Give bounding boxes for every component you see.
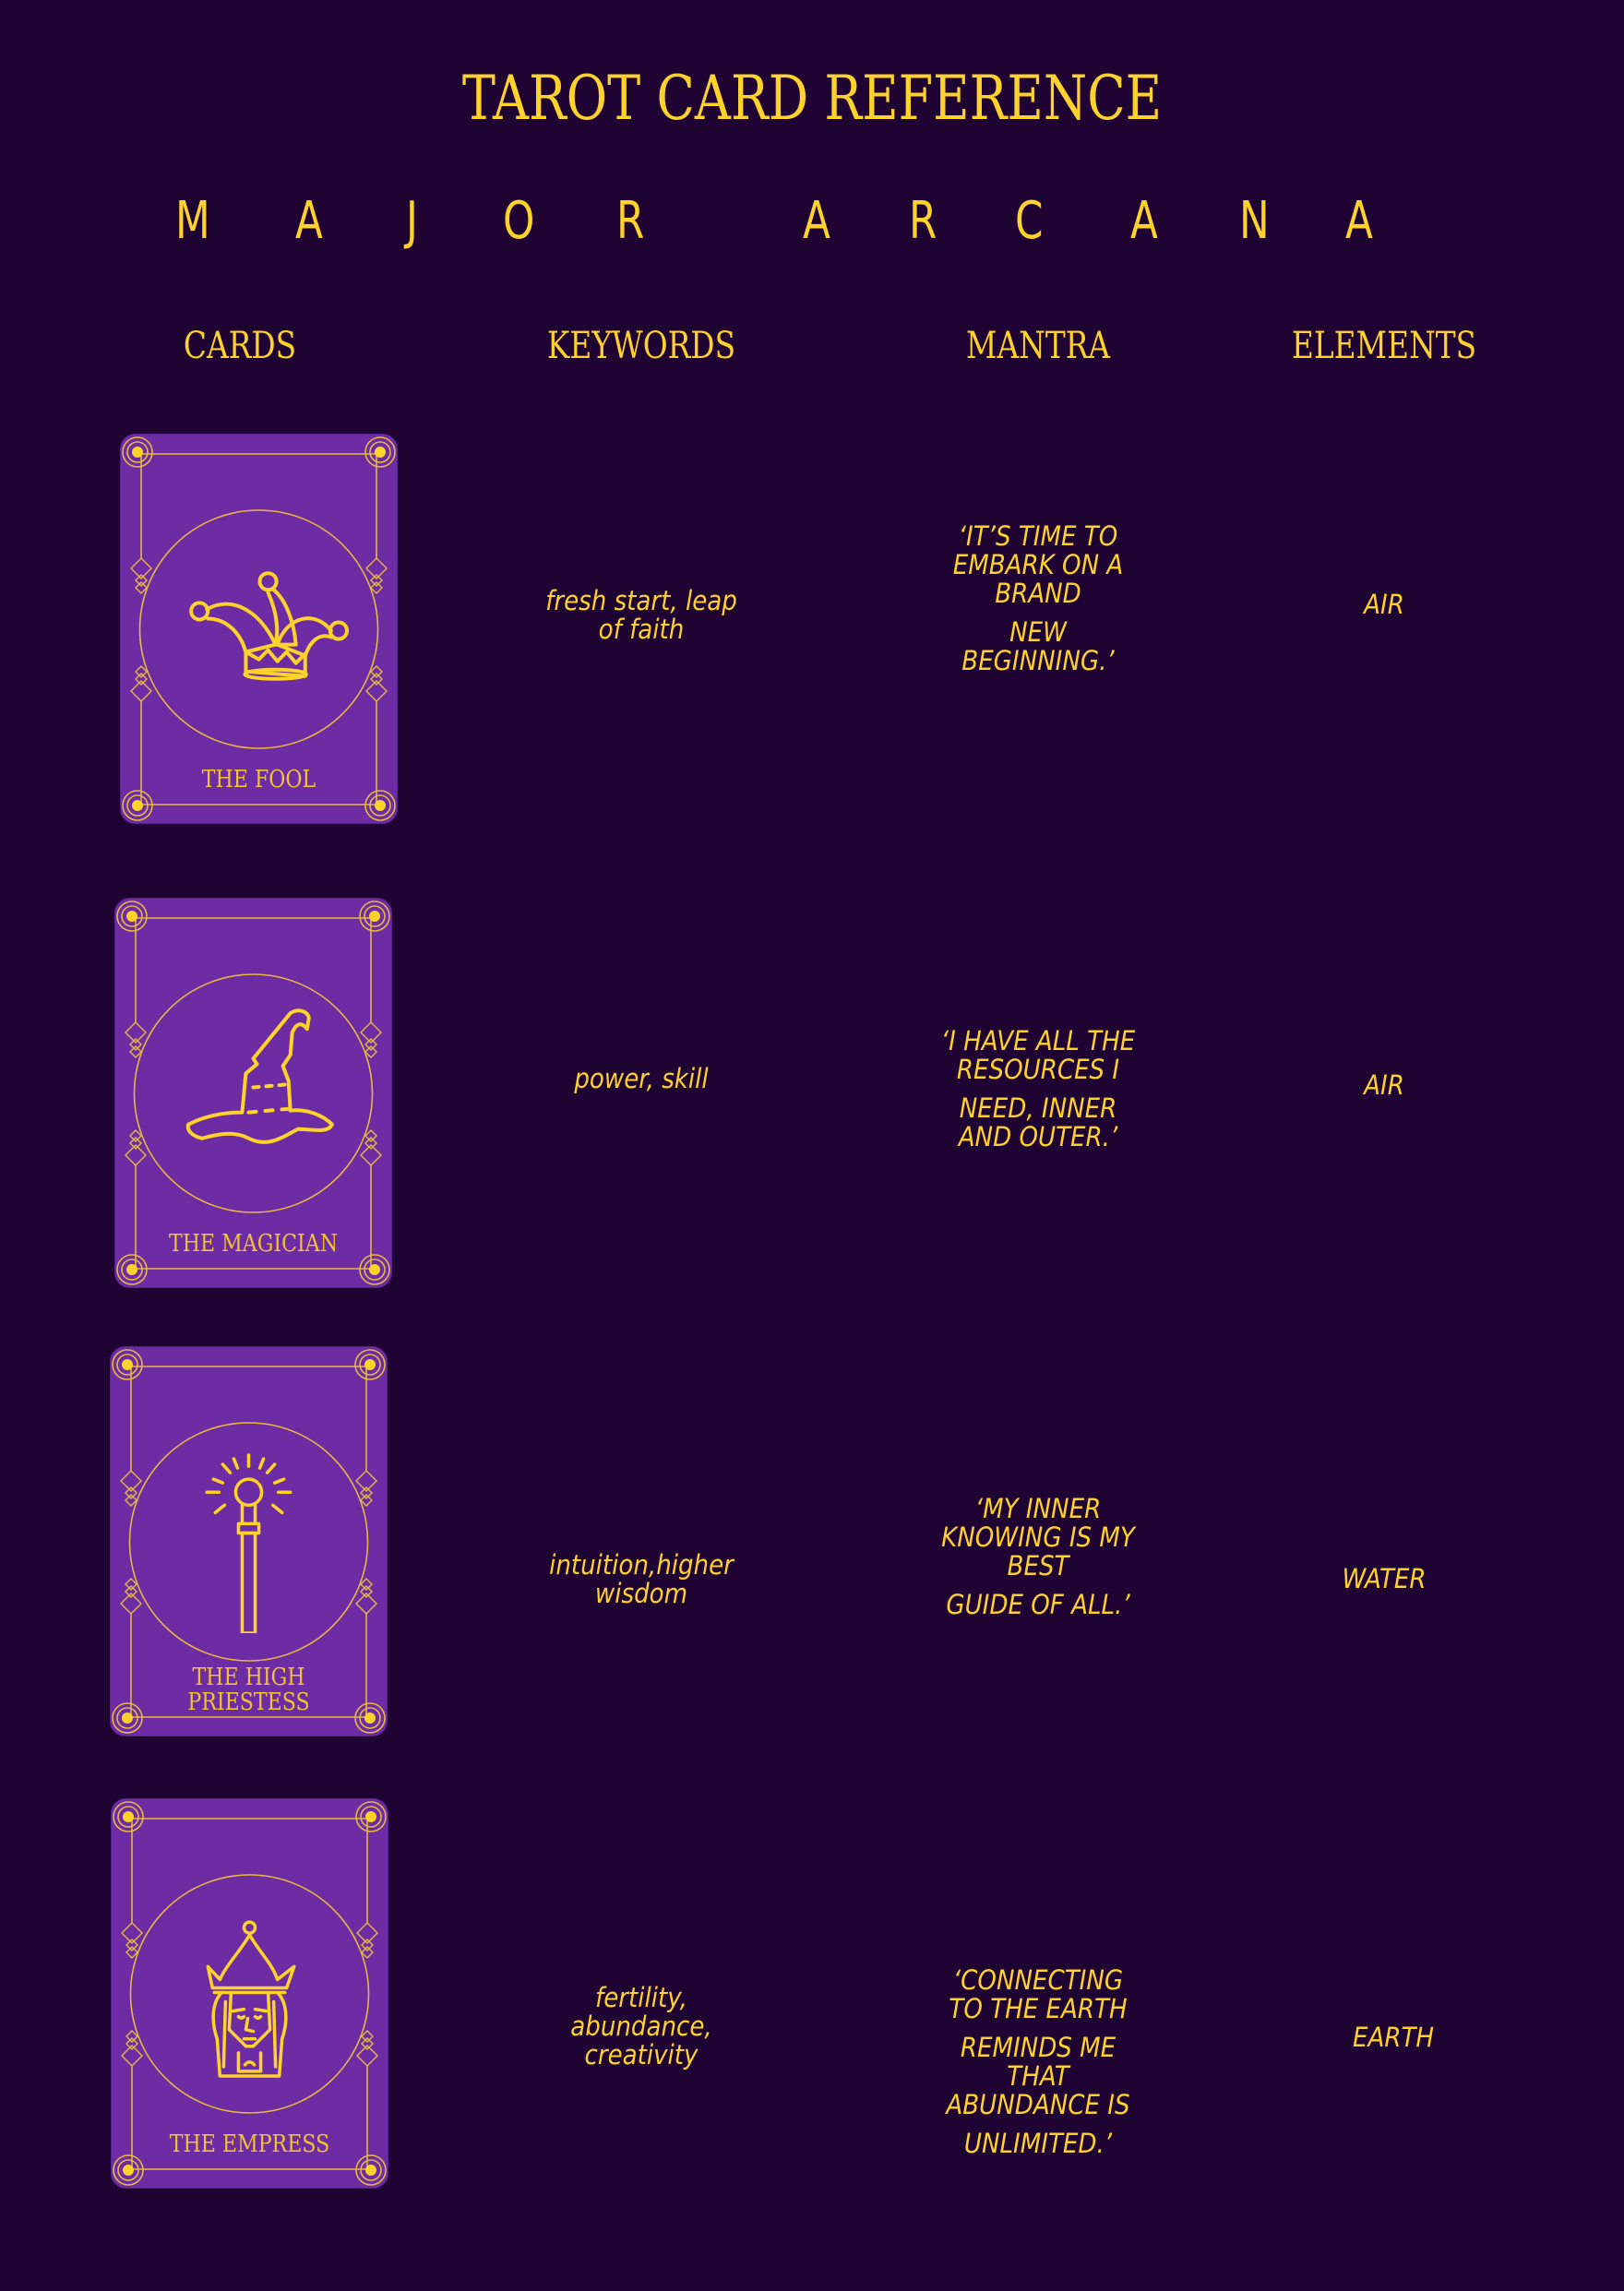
mantra-line: AND OUTER.’ [958, 1121, 1118, 1152]
corner-ornament-icon [122, 436, 153, 468]
card-name-line: THE HIGH [192, 1664, 305, 1691]
mantra-line: TO THE EARTH [949, 1993, 1128, 2024]
element-cell: AIR [1364, 589, 1404, 620]
corner-ornament-icon [355, 2154, 387, 2186]
mantra-line: BEGINNING.’ [961, 645, 1115, 676]
column-header-cards: CARDS [183, 325, 297, 367]
keywords-cell: intuition,higher wisdom [521, 1551, 762, 1608]
keywords-line: creativity [584, 2039, 699, 2070]
wizard-hat-icon [185, 1008, 334, 1144]
mantra-cell: ‘MY INNER KNOWING IS MY BEST GUIDE OF ALL.… [914, 1495, 1163, 1619]
mantra-line: GUIDE OF ALL.’ [946, 1589, 1130, 1620]
subtitle-letter: O [503, 191, 535, 251]
element-cell: AIR [1364, 1069, 1404, 1101]
keywords-line: intuition,higher [549, 1549, 734, 1581]
mantra-line: UNLIMITED.’ [963, 2128, 1113, 2159]
corner-ornament-icon [364, 436, 396, 468]
mantra-line: KNOWING IS MY [941, 1521, 1135, 1553]
mantra-line: ‘MY INNER [974, 1493, 1102, 1524]
keywords-line: abundance, [570, 2011, 712, 2042]
mantra-cell: ‘IT’S TIME TO EMBARK ON A BRAND NEW BEGINNI… [914, 522, 1163, 675]
mantra-line: ABUNDANCE IS [946, 2089, 1130, 2120]
mantra-line: REMINDS ME [960, 2032, 1116, 2063]
corner-ornament-icon [359, 901, 390, 932]
mantra-line: EMBARK ON A [952, 549, 1124, 580]
keywords-cell: fresh start, leap of faith [521, 587, 762, 644]
mantra-line: BRAND [995, 578, 1081, 609]
keywords-line: power, skill [574, 1063, 709, 1094]
mantra-line: THAT [1007, 2060, 1069, 2092]
corner-ornament-icon [116, 901, 148, 932]
keywords-line: fresh start, leap [545, 585, 737, 616]
mantra-line: ‘IT’S TIME TO [958, 520, 1118, 552]
tarot-card-the-empress: THE EMPRESS [111, 1798, 388, 2189]
subtitle-letter: A [295, 191, 323, 251]
column-header-mantra: MANTRA [965, 325, 1111, 367]
corner-ornament-icon [113, 1801, 144, 1832]
jester-hat-icon [189, 571, 349, 681]
corner-ornament-icon [364, 790, 396, 821]
card-name: THE FOOL [201, 766, 316, 793]
mantra-cell: ‘CONNECTING TO THE EARTH REMINDS ME THAT AB… [914, 1966, 1163, 2158]
column-header-elements: ELEMENTS [1291, 325, 1477, 367]
scepter-icon [205, 1453, 293, 1633]
card-name: THE MAGICIAN [168, 1230, 339, 1258]
corner-ornament-icon [122, 790, 153, 821]
crowned-queen-icon [206, 1920, 296, 2078]
subtitle-letter: M [175, 191, 210, 251]
subtitle-letter: N [1239, 191, 1270, 251]
subtitle-letter: J [406, 191, 418, 251]
card-name-line: PRIESTESS [187, 1688, 310, 1716]
subtitle-letter: A [1130, 191, 1158, 251]
page-title: TAROT CARD REFERENCE [461, 63, 1163, 134]
corner-ornament-icon [359, 1254, 390, 1285]
keywords-line: of faith [598, 614, 685, 645]
tarot-card-the-magician: THE MAGICIAN [114, 898, 392, 1288]
keywords-cell: power, skill [521, 1065, 762, 1093]
mantra-cell: ‘I HAVE ALL THE RESOURCES I NEED, INNER AN… [914, 1027, 1163, 1151]
mantra-line: NEW [1009, 616, 1067, 648]
corner-ornament-icon [113, 2154, 144, 2186]
section-subtitle: M A J O R A R C A N A [0, 189, 1624, 254]
corner-ornament-icon [354, 1349, 386, 1380]
tarot-card-the-high-priestess: THE HIGH PRIESTESS [110, 1346, 388, 1736]
mantra-line: ‘CONNECTING [952, 1964, 1124, 1996]
mantra-line: BEST [1007, 1550, 1069, 1581]
element-cell: EARTH [1352, 2022, 1435, 2053]
tarot-card-the-fool: THE FOOL [120, 434, 398, 824]
mantra-line: NEED, INNER [959, 1092, 1117, 1124]
corner-ornament-icon [116, 1254, 148, 1285]
mantra-line: RESOURCES I [956, 1054, 1120, 1085]
column-header-keywords: KEYWORDS [546, 325, 736, 367]
subtitle-letter: A [803, 191, 830, 251]
card-name: THE HIGH PRIESTESS [131, 1665, 367, 1715]
corner-ornament-icon [112, 1349, 143, 1380]
subtitle-letter: R [616, 191, 645, 251]
subtitle-letter: C [1015, 191, 1044, 251]
keywords-cell: fertility, abundance, creativity [521, 1984, 762, 2070]
corner-ornament-icon [355, 1801, 387, 1832]
keywords-line: wisdom [594, 1578, 688, 1609]
subtitle-letter: A [1345, 191, 1373, 251]
subtitle-letter: R [909, 191, 937, 251]
card-name: THE EMPRESS [169, 2130, 330, 2158]
mantra-line: ‘I HAVE ALL THE [940, 1025, 1136, 1056]
element-cell: WATER [1342, 1563, 1427, 1594]
keywords-line: fertility, [595, 1982, 687, 2013]
